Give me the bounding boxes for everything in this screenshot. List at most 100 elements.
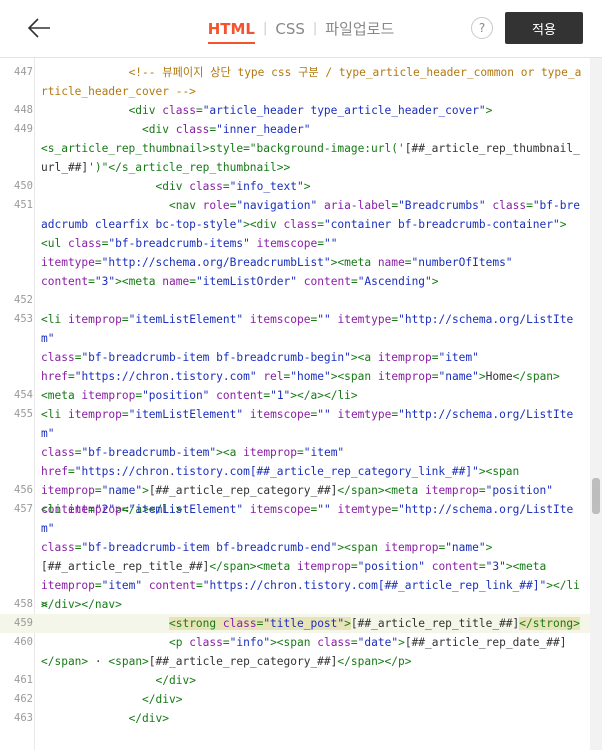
code-token: <div	[155, 180, 190, 193]
code-token: "itemListElement"	[128, 313, 244, 326]
code-line[interactable]: 454	[0, 386, 590, 405]
code-line[interactable]: 458 </div></nav>	[0, 595, 590, 614]
code-token: content	[148, 579, 196, 592]
code-token: class	[41, 541, 75, 554]
code-token: "article_header type_article_header_cove…	[202, 104, 486, 117]
code-token: </div>	[142, 693, 183, 706]
code-token: itemprop	[384, 541, 439, 554]
code-token: itemprop	[243, 446, 297, 459]
code-token: itemscope	[256, 237, 318, 250]
editor-scrollbar[interactable]	[590, 58, 602, 750]
code-token: itemscope	[249, 408, 311, 421]
code-token: "itemListElement"	[128, 408, 244, 421]
code-line[interactable]: 453 <li itemprop="itemListElement" itemsc…	[0, 310, 590, 402]
code-token: class	[162, 104, 196, 117]
code-token: <span>	[108, 655, 149, 668]
tab-file-upload[interactable]: 파일업로드	[317, 0, 402, 58]
code-token: =	[297, 446, 304, 459]
code-line[interactable]: 450 <div class="info_text">	[0, 177, 590, 196]
code-line[interactable]: 462 </div>	[0, 690, 590, 709]
code-line[interactable]: 457 <li itemprop="itemListElement" itemsc…	[0, 500, 590, 630]
code-text: <p class="info"><span class="date">[##_a…	[41, 633, 586, 671]
line-number: 454	[14, 389, 33, 401]
code-token: class	[492, 199, 527, 212]
code-token: <s_article_rep_thumbnail>style="backgrou…	[41, 142, 405, 155]
code-token: "name"	[438, 370, 479, 383]
line-number: 450	[14, 180, 33, 192]
code-token: "https://chron.tistory.com[##_article_re…	[74, 465, 479, 478]
code-token: ><meta	[330, 256, 378, 269]
code-token: >	[344, 617, 351, 630]
code-line[interactable]: 451 <nav role = "navigation" aria-label = "B…	[0, 196, 590, 291]
code-token: [##_article_rep_title_##]	[350, 617, 520, 630]
code-line[interactable]: 447 <!-- 뷰페이지 상단 type css 구분 / type_arti…	[0, 63, 590, 101]
code-token: "3"	[485, 560, 506, 573]
code-line[interactable]: 460 <p class="info"><span class="date">[…	[0, 633, 590, 671]
code-line[interactable]: 459 <strong class="title_post">[##_artic…	[0, 614, 590, 633]
code-token: >	[478, 370, 486, 383]
code-token: =	[526, 199, 533, 212]
code-line[interactable]: 452	[0, 291, 590, 310]
code-token: =	[121, 503, 129, 516]
code-token: ><span	[330, 370, 378, 383]
code-token: itemprop	[41, 579, 95, 592]
code-token: ><span	[337, 541, 385, 554]
code-line[interactable]: 461 </div>	[0, 671, 590, 690]
code-token: =	[222, 180, 230, 193]
code-token: =	[67, 465, 75, 478]
code-token: =	[350, 636, 358, 649]
code-token: =	[94, 579, 102, 592]
code-token: name	[377, 256, 405, 269]
code-token: <strong	[168, 617, 223, 630]
line-number: 449	[14, 123, 33, 135]
code-token: class	[189, 180, 223, 193]
code-token: "home"	[290, 370, 331, 383]
code-token: itemprop	[296, 560, 351, 573]
code-line[interactable]: 463 </div>	[0, 709, 590, 728]
code-token: itemtype	[337, 503, 392, 516]
code-text: <nav role = "navigation" aria-label = "Bread…	[41, 196, 586, 291]
line-number: 458	[14, 598, 33, 610]
code-token: <div	[128, 104, 163, 117]
apply-button[interactable]: 적용	[505, 12, 583, 44]
code-token: =	[404, 256, 412, 269]
code-token: </span>	[41, 655, 89, 668]
code-token: role	[202, 199, 230, 212]
code-token: "https://chron.tistory.com"	[74, 370, 257, 383]
code-text: </div></nav>	[41, 595, 586, 614]
code-token: ><meta	[115, 275, 163, 288]
code-line[interactable]: 456	[0, 481, 590, 500]
code-text: <strong class="title_post">[##_article_r…	[41, 614, 586, 633]
code-token: "item"	[303, 446, 345, 459]
code-token: href	[41, 465, 68, 478]
code-token: Home	[485, 370, 513, 383]
tab-css[interactable]: CSS	[267, 0, 313, 58]
code-editor[interactable]: 447 <!-- 뷰페이지 상단 type css 구분 / type_arti…	[0, 58, 602, 750]
code-token: ""	[317, 408, 331, 421]
code-token: ><span	[270, 636, 318, 649]
code-token: "numberOfItems"	[411, 256, 513, 269]
code-line[interactable]: 449 <div class="inner_header" <s_article…	[0, 120, 590, 177]
code-token: "bf-breadcrumb-item bf-breadcrumb-end"	[81, 541, 338, 554]
code-token: ><a	[216, 446, 244, 459]
code-token: =	[189, 275, 196, 288]
code-line[interactable]: 448 <div class="article_header type_arti…	[0, 101, 590, 120]
code-token: =	[350, 560, 358, 573]
code-token: =	[121, 408, 129, 421]
code-token: itemtype	[337, 313, 392, 326]
code-token: </div></nav>	[41, 598, 122, 611]
code-text: </div>	[41, 690, 586, 709]
code-token: "inner_header"	[216, 123, 311, 136]
code-line[interactable]: 455 <li itemprop="itemListElement" itemsc…	[0, 405, 590, 516]
tab-html[interactable]: HTML	[200, 0, 263, 58]
help-icon[interactable]: ?	[471, 17, 493, 39]
code-token: >	[485, 104, 493, 117]
code-token: </div>	[128, 712, 169, 725]
code-token: "itemListElement"	[128, 503, 244, 516]
code-token: =	[317, 218, 324, 231]
code-token: content	[431, 560, 479, 573]
scrollbar-thumb[interactable]	[592, 478, 600, 514]
code-token: class	[41, 351, 75, 364]
